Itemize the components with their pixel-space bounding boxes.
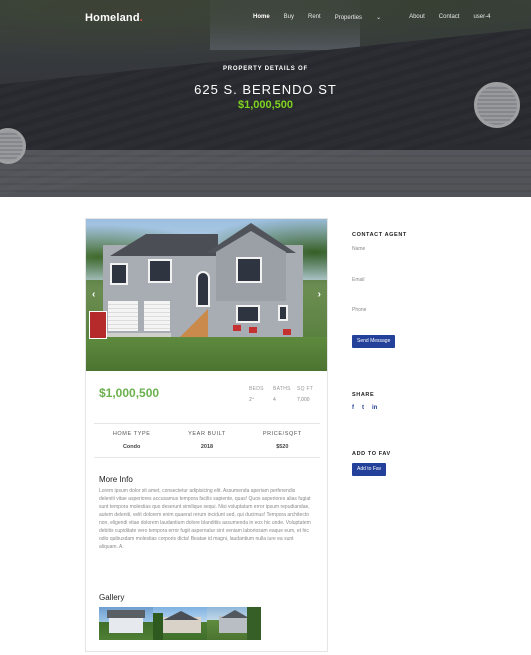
stat-value: 4 <box>273 397 276 403</box>
stat-value: 2⁺ <box>249 397 255 403</box>
send-message-button[interactable]: Send Message <box>352 335 396 348</box>
fact-price-sqft: PRICE/SQFT $520 <box>245 431 320 450</box>
share-icons: f t in <box>352 405 385 411</box>
nav-home[interactable]: Home <box>253 14 270 21</box>
stat-baths: BATHS 4 <box>273 386 295 403</box>
fact-value: 2018 <box>200 444 214 450</box>
stat-sqft: SQ FT 7,000 <box>297 386 321 403</box>
fact-label: HOME TYPE <box>112 431 151 437</box>
next-arrow-icon[interactable]: › <box>318 289 321 300</box>
stat-value: 7,000 <box>297 397 310 403</box>
divider <box>94 457 320 458</box>
photo-garage-door <box>108 301 138 331</box>
photo-lawn <box>86 337 327 371</box>
fact-label: PRICE/SQFT <box>262 431 302 437</box>
photo-window <box>148 259 172 283</box>
property-photo: ‹ › <box>86 219 327 371</box>
nav-properties-label: Properties <box>334 15 363 21</box>
fact-year-built: YEAR BUILT 2018 <box>169 431 244 450</box>
nav-contact[interactable]: Contact <box>439 14 460 21</box>
fact-value: $520 <box>276 444 289 450</box>
photo-yard-sign <box>283 329 291 335</box>
photo-garage-door <box>144 301 170 331</box>
gallery-thumb[interactable] <box>99 607 153 640</box>
photo-yard-sign <box>249 327 257 333</box>
more-info-title: More Info <box>99 475 133 484</box>
hero-title: 625 S. BERENDO ST <box>194 82 337 97</box>
photo-window <box>236 305 260 323</box>
stat-label: BEDS <box>249 386 264 392</box>
photo-sale-sign <box>89 311 107 339</box>
site-logo[interactable]: Homeland. <box>85 12 143 24</box>
gallery-thumb[interactable] <box>207 607 261 640</box>
name-label: Name <box>352 246 366 252</box>
nav-rent[interactable]: Rent <box>308 14 321 21</box>
listing-price: $1,000,500 <box>99 386 160 400</box>
stat-label: SQ FT <box>297 386 314 392</box>
add-to-fav-title: ADD TO FAV <box>352 451 391 457</box>
name-field[interactable] <box>352 254 442 268</box>
photo-window <box>236 257 262 283</box>
listing-stats: BEDS 2⁺ BATHS 4 SQ FT 7,000 <box>249 386 323 403</box>
photo-window <box>278 305 288 321</box>
stat-beds: BEDS 2⁺ <box>249 386 271 403</box>
email-label: Email <box>352 277 365 283</box>
nav-about[interactable]: About <box>409 14 425 21</box>
photo-door <box>196 271 210 307</box>
logo-dot: . <box>139 12 144 24</box>
phone-field[interactable] <box>352 315 442 329</box>
top-nav: Homeland. Home Buy Rent Properties ⌄ Abou… <box>0 0 531 36</box>
share-title: SHARE <box>352 392 375 398</box>
nav-user[interactable]: user-4 <box>473 14 490 21</box>
gallery <box>99 607 261 640</box>
listing-card: ‹ › $1,000,500 BEDS 2⁺ BATHS 4 SQ FT 7,0… <box>85 218 328 652</box>
nav-buy[interactable]: Buy <box>284 14 294 21</box>
hero-banner: Homeland. Home Buy Rent Properties ⌄ Abou… <box>0 0 531 197</box>
twitter-icon[interactable]: t <box>362 405 364 411</box>
contact-agent-title: CONTACT AGENT <box>352 232 407 238</box>
photo-yard-sign <box>233 325 241 331</box>
hero-subtitle: PROPERTY DETAILS OF <box>223 66 308 72</box>
stat-label: BATHS <box>273 386 291 392</box>
email-field[interactable] <box>352 285 442 299</box>
facebook-icon[interactable]: f <box>352 405 354 411</box>
more-info-text: Lorem ipsum dolor sit amet, consectetur … <box>99 488 311 550</box>
nav-menu: Home Buy Rent Properties ⌄ About Contact … <box>253 14 504 21</box>
hero-price: $1,000,500 <box>237 99 294 111</box>
fact-home-type: HOME TYPE Condo <box>94 431 169 450</box>
phone-label: Phone <box>352 307 367 313</box>
linkedin-icon[interactable]: in <box>372 405 377 411</box>
add-to-fav-button[interactable]: Add to Fav <box>352 463 387 476</box>
gallery-title: Gallery <box>99 593 125 602</box>
gallery-thumb[interactable] <box>153 607 207 640</box>
chevron-down-icon: ⌄ <box>376 15 382 21</box>
photo-window <box>110 263 128 285</box>
fact-label: YEAR BUILT <box>188 431 226 437</box>
property-facts: HOME TYPE Condo YEAR BUILT 2018 PRICE/SQ… <box>94 431 320 450</box>
nav-properties[interactable]: Properties ⌄ <box>335 14 395 21</box>
logo-text: Homeland <box>85 12 140 24</box>
hero-text: PROPERTY DETAILS OF 625 S. BERENDO ST $1… <box>0 66 531 111</box>
fact-value: Condo <box>122 444 141 450</box>
prev-arrow-icon[interactable]: ‹ <box>92 289 95 300</box>
divider <box>94 423 320 424</box>
